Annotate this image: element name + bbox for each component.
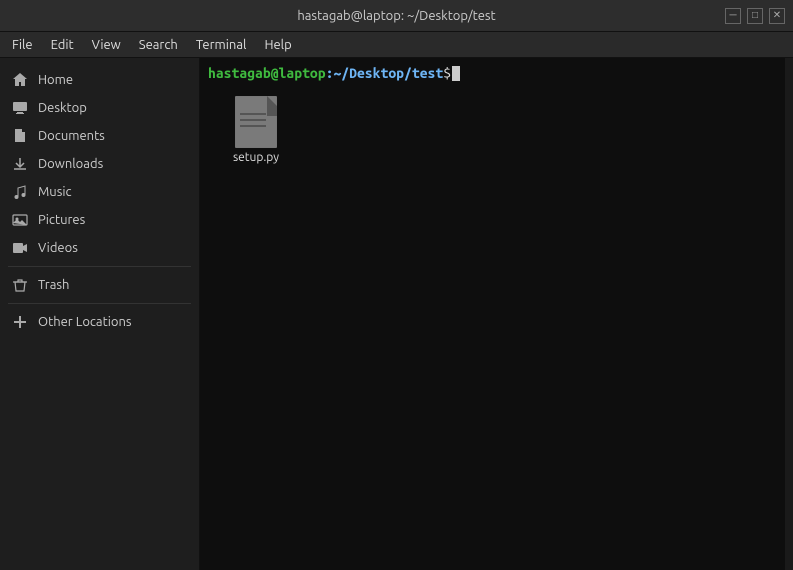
file-grid: setup.py bbox=[208, 92, 777, 168]
menu-help[interactable]: Help bbox=[256, 36, 299, 54]
file-icon-setup-py bbox=[235, 96, 277, 148]
home-icon bbox=[12, 72, 28, 88]
sidebar-item-pictures[interactable]: Pictures bbox=[0, 206, 199, 234]
videos-icon bbox=[12, 240, 28, 256]
menu-terminal[interactable]: Terminal bbox=[188, 36, 255, 54]
sidebar-divider bbox=[8, 266, 191, 267]
menu-bar: File Edit View Search Terminal Help bbox=[0, 32, 793, 58]
minimize-button[interactable]: ─ bbox=[725, 8, 741, 24]
pictures-icon bbox=[12, 212, 28, 228]
sidebar-divider-2 bbox=[8, 303, 191, 304]
file-icon-inner bbox=[236, 97, 276, 147]
sidebar-label-pictures: Pictures bbox=[38, 213, 85, 227]
trash-icon bbox=[12, 277, 28, 293]
window-controls: ─ □ ✕ bbox=[725, 8, 785, 24]
scrollbar[interactable] bbox=[785, 58, 793, 570]
menu-view[interactable]: View bbox=[84, 36, 129, 54]
menu-file[interactable]: File bbox=[4, 36, 41, 54]
sidebar-item-other-locations[interactable]: Other Locations bbox=[0, 308, 199, 336]
terminal-area[interactable]: hastagab@laptop:~/Desktop/test$ setup.py bbox=[200, 58, 785, 570]
file-line-1 bbox=[240, 113, 266, 115]
sidebar-item-desktop[interactable]: Desktop bbox=[0, 94, 199, 122]
close-button[interactable]: ✕ bbox=[769, 8, 785, 24]
menu-edit[interactable]: Edit bbox=[43, 36, 82, 54]
music-icon bbox=[12, 184, 28, 200]
prompt-colon: :~/Desktop/ bbox=[326, 64, 412, 84]
sidebar-label-other-locations: Other Locations bbox=[38, 315, 132, 329]
cursor-block bbox=[452, 66, 460, 81]
sidebar-item-trash[interactable]: Trash bbox=[0, 271, 199, 299]
title-bar: hastagab@laptop: ~/Desktop/test ─ □ ✕ bbox=[0, 0, 793, 32]
downloads-icon bbox=[12, 156, 28, 172]
window-title: hastagab@laptop: ~/Desktop/test bbox=[68, 9, 725, 23]
sidebar-label-trash: Trash bbox=[38, 278, 69, 292]
maximize-button[interactable]: □ bbox=[747, 8, 763, 24]
sidebar-label-downloads: Downloads bbox=[38, 157, 103, 171]
main-area: Home Desktop Documents Downloads Music bbox=[0, 58, 793, 570]
sidebar-label-videos: Videos bbox=[38, 241, 78, 255]
file-item-setup-py[interactable]: setup.py bbox=[224, 96, 288, 164]
prompt-symbol: $ bbox=[443, 64, 451, 84]
file-line-3 bbox=[240, 125, 266, 127]
prompt-dir: test bbox=[412, 64, 443, 84]
sidebar-label-desktop: Desktop bbox=[38, 101, 87, 115]
desktop-icon bbox=[12, 100, 28, 116]
sidebar-label-documents: Documents bbox=[38, 129, 105, 143]
sidebar-item-music[interactable]: Music bbox=[0, 178, 199, 206]
sidebar: Home Desktop Documents Downloads Music bbox=[0, 58, 200, 570]
file-name-setup-py: setup.py bbox=[233, 151, 279, 164]
sidebar-item-documents[interactable]: Documents bbox=[0, 122, 199, 150]
prompt-user: hastagab@laptop bbox=[208, 64, 326, 84]
terminal-prompt: hastagab@laptop:~/Desktop/test$ bbox=[208, 64, 777, 84]
sidebar-label-home: Home bbox=[38, 73, 73, 87]
documents-icon bbox=[12, 128, 28, 144]
sidebar-item-downloads[interactable]: Downloads bbox=[0, 150, 199, 178]
file-line-2 bbox=[240, 119, 266, 121]
sidebar-label-music: Music bbox=[38, 185, 72, 199]
sidebar-item-videos[interactable]: Videos bbox=[0, 234, 199, 262]
menu-search[interactable]: Search bbox=[131, 36, 186, 54]
sidebar-item-home[interactable]: Home bbox=[0, 66, 199, 94]
plus-icon bbox=[12, 314, 28, 330]
